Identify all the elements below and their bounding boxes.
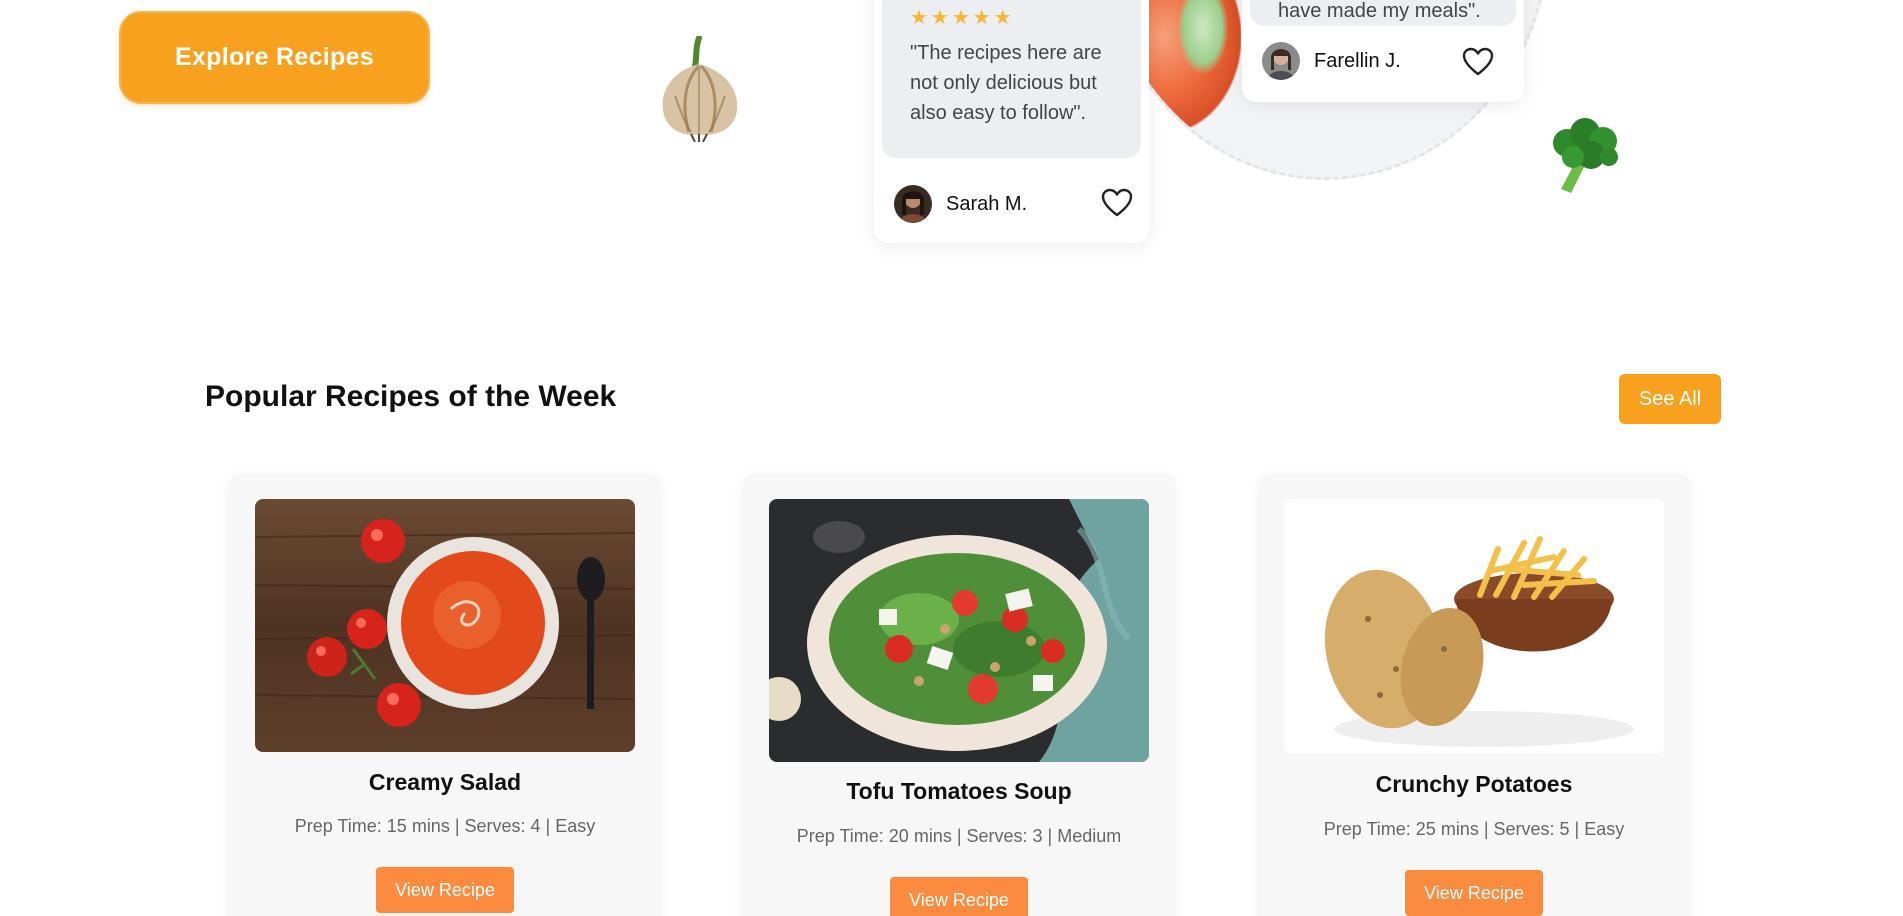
recipe-meta: Prep Time: 25 mins | Serves: 5 | Easy [1323,819,1625,839]
heart-icon[interactable] [1101,188,1133,218]
explore-recipes-button[interactable]: Explore Recipes [119,11,430,104]
reviewer-name: Sarah M. [946,192,1028,215]
recipe-image [1284,499,1664,754]
rating-stars: ★★★★★ [910,7,1015,29]
heart-icon[interactable] [1462,47,1494,77]
recipe-image [255,499,635,752]
avatar [894,185,932,223]
section-title: Popular Recipes of the Week [205,380,617,413]
view-recipe-button[interactable]: View Recipe [890,877,1028,916]
view-recipe-button[interactable]: View Recipe [376,867,514,913]
recipe-card: Crunchy Potatoes Prep Time: 25 mins | Se… [1258,473,1690,916]
garlic-icon [662,36,738,142]
testimonial-card: ★★★★★ "The recipes here are not only del… [874,0,1149,243]
view-recipe-button[interactable]: View Recipe [1405,870,1543,916]
recipe-meta: Prep Time: 20 mins | Serves: 3 | Medium [796,826,1122,846]
testimonial-card: have made my meals". Farellin J. [1242,0,1524,102]
recipe-image [769,499,1149,762]
recipe-card: Creamy Salad Prep Time: 15 mins | Serves… [229,473,661,916]
broccoli-icon [1553,118,1618,193]
recipe-meta: Prep Time: 15 mins | Serves: 4 | Easy [294,816,596,836]
recipe-title: Crunchy Potatoes [1375,771,1573,797]
recipe-card: Tofu Tomatoes Soup Prep Time: 20 mins | … [743,473,1175,916]
testimonial-quote: have made my meals". [1278,0,1481,22]
reviewer-name: Farellin J. [1314,49,1401,72]
testimonial-quote: "The recipes here are not only delicious… [910,42,1102,124]
recipe-title: Creamy Salad [368,769,522,795]
see-all-button[interactable]: See All [1619,374,1721,424]
recipe-title: Tofu Tomatoes Soup [846,778,1072,804]
avatar [1262,42,1300,80]
